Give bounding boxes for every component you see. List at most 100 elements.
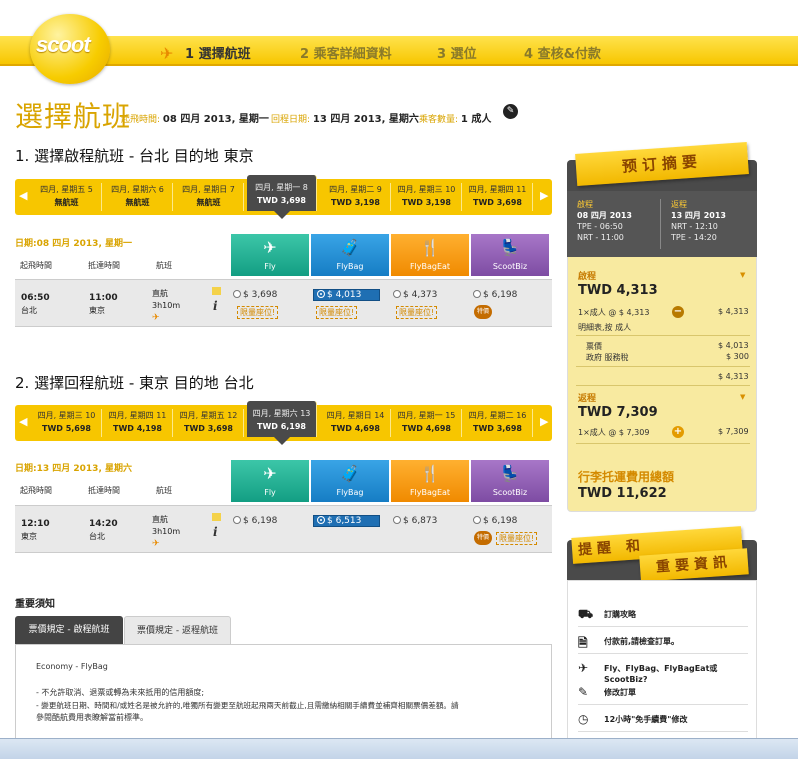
person-desk-icon: ⛟	[578, 607, 594, 621]
dep-city: 台北	[21, 306, 37, 315]
col-flight: 航班	[156, 261, 172, 270]
next-dates-icon[interactable]: ▶	[540, 415, 548, 428]
sec2-pax: 1×成人 @ $ 7,309	[578, 428, 650, 437]
reminder-item[interactable]: ✎ 修改訂單	[578, 681, 748, 705]
fare-amt: $ 4,013	[718, 341, 749, 350]
price-scootbiz[interactable]: $ 6,198	[473, 290, 517, 300]
edit-icon: ✎	[578, 685, 589, 699]
scoot-logo[interactable]: scoot	[30, 14, 110, 84]
date-cell[interactable]: 四月, 星期日 7 無航班	[174, 183, 244, 211]
notice-line: - 變更航班日期、時間和/或姓名是被允許的,唯獨所有變更至航班起飛兩天前截止,且…	[36, 701, 459, 710]
price-flybageat[interactable]: $ 6,873	[393, 516, 437, 526]
fare-fly: ✈ Fly	[231, 460, 309, 502]
fare-flybag: 🧳 FlyBag	[311, 234, 389, 276]
tab-outbound-rules[interactable]: 票價規定 - 啟程航班	[15, 616, 123, 644]
inbound-flight-row: 12:10 東京 14:20 台北 直航 3h10m ✈ i $ 6,198 $…	[15, 505, 552, 553]
note-icon[interactable]	[212, 513, 221, 521]
info-icon[interactable]: i	[213, 299, 218, 313]
reminder-item[interactable]: 🗎 付款前,請檢查訂單。	[578, 630, 748, 654]
limited-seats-badge: 限量座位!	[396, 306, 438, 319]
date-cell[interactable]: 四月, 星期二 9 TWD 3,198	[321, 183, 391, 211]
meal-icon: 🍴	[420, 464, 440, 483]
prev-dates-icon[interactable]: ◀	[19, 415, 27, 428]
outbound-date-label: 日期:08 四月 2013, 星期一	[15, 239, 132, 249]
price-flybageat[interactable]: $ 4,373	[393, 290, 437, 300]
sec1-total: TWD 4,313	[578, 283, 658, 298]
col-flight: 航班	[156, 486, 172, 495]
price-flybag-selected[interactable]: $ 4,013	[313, 289, 380, 301]
arr-city: 東京	[89, 306, 105, 315]
out-info: 啟程 08 四月 2013 TPE - 06:50 NRT - 11:00	[577, 200, 632, 242]
prev-dates-icon[interactable]: ◀	[19, 189, 27, 202]
date-cell[interactable]: 四月, 星期三 10 TWD 5,698	[32, 409, 102, 437]
plus-icon[interactable]: +	[672, 426, 684, 438]
fare-label: 票價	[586, 342, 602, 351]
sec1-pax-amt: $ 4,313	[718, 307, 749, 316]
fare-flybag: 🧳 FlyBag	[311, 460, 389, 502]
date-cell-selected[interactable]: 四月, 星期六 13 TWD 6,198	[247, 401, 317, 445]
sec1-label: 啟程	[578, 272, 597, 282]
date-cell[interactable]: 四月, 星期六 6 無航班	[103, 183, 173, 211]
flight-duration: 3h10m	[152, 301, 181, 310]
date-cell[interactable]: 四月, 星期二 16 TWD 3,698	[463, 409, 533, 437]
depart-date-meta: 起飛時間: 08 四月 2013, 星期一	[121, 114, 269, 125]
page-title: 選擇航班	[15, 100, 132, 133]
dep-city: 東京	[21, 532, 37, 541]
top-navigation-bar	[0, 36, 798, 66]
sec1-pax: 1×成人 @ $ 4,313	[578, 308, 650, 317]
price-fly[interactable]: $ 6,198	[233, 516, 277, 526]
date-cell[interactable]: 四月, 星期三 10 TWD 3,198	[392, 183, 462, 211]
tab-return-rules[interactable]: 票價規定 - 返程航班	[124, 616, 231, 644]
ret-info: 返程 13 四月 2013 NRT - 12:10 TPE - 14:20	[671, 200, 726, 242]
clock-icon: ◷	[578, 712, 589, 726]
sec1-subtotal: $ 4,313	[718, 372, 749, 381]
plane-icon: ✈	[152, 539, 160, 549]
caret-down-icon[interactable]: ▼	[740, 393, 745, 401]
price-scootbiz[interactable]: $ 6,198	[473, 516, 517, 526]
seat-icon: 💺	[500, 464, 520, 483]
date-cell[interactable]: 四月, 星期五 12 TWD 3,698	[174, 409, 244, 437]
outbound-heading: 1. 選擇啟程航班 - 台北 目的地 東京	[15, 147, 254, 165]
minus-icon[interactable]: −	[672, 306, 684, 318]
limited-seats-badge: 限量座位!	[496, 532, 538, 545]
notice-line: - 不允許取消、退票或轉為未來抵用的信用額度;	[36, 688, 205, 697]
info-icon[interactable]: i	[213, 525, 218, 539]
price-fly[interactable]: $ 3,698	[233, 290, 277, 300]
step-3: 3 選位	[437, 47, 477, 62]
limited-seats-badge: 限量座位!	[237, 306, 279, 319]
reminder-item[interactable]: ⛟ 訂購攻略	[578, 603, 748, 627]
sec2-pax-amt: $ 7,309	[718, 427, 749, 436]
sec1-note: 明細表,按 成人	[578, 323, 632, 332]
luggage-icon: 🧳	[340, 464, 360, 483]
meal-icon: 🍴	[420, 238, 440, 257]
airplane-icon: ✈	[263, 464, 277, 483]
summary-flight-info: 啟程 08 四月 2013 TPE - 06:50 NRT - 11:00 返程…	[567, 191, 757, 257]
date-cell[interactable]: 四月, 星期四 11 TWD 4,198	[103, 409, 173, 437]
fare-flybageat: 🍴 FlyBagEat	[391, 460, 469, 502]
next-dates-icon[interactable]: ▶	[540, 189, 548, 202]
edit-search-icon[interactable]: ✎	[503, 104, 518, 119]
caret-down-icon[interactable]: ▼	[740, 271, 745, 279]
date-cell-selected[interactable]: 四月, 星期一 8 TWD 3,698	[247, 175, 317, 219]
col-dep: 起飛時間	[20, 486, 52, 495]
col-arr: 抵達時間	[88, 486, 120, 495]
reminder-item[interactable]: ◷ 12小時"免手續費"修改	[578, 708, 748, 732]
return-date-meta: 回程日期: 13 四月 2013, 星期六	[271, 114, 419, 125]
flight-duration: 3h10m	[152, 527, 181, 536]
sec2-label: 返程	[578, 394, 597, 404]
col-arr: 抵達時間	[88, 261, 120, 270]
sale-badge: 特價	[474, 305, 492, 319]
date-cell[interactable]: 四月, 星期日 14 TWD 4,698	[321, 409, 391, 437]
fare-scootbiz: 💺 ScootBiz	[471, 460, 549, 502]
grand-label: 行李托運費用總額	[578, 470, 675, 484]
date-cell[interactable]: 四月, 星期四 11 TWD 3,698	[463, 183, 533, 211]
arr-time: 11:00	[89, 293, 118, 303]
dep-time: 06:50	[21, 293, 50, 303]
date-cell[interactable]: 四月, 星期一 15 TWD 4,698	[392, 409, 462, 437]
arr-city: 台北	[89, 532, 105, 541]
notice-title: 重要須知	[15, 599, 55, 610]
price-flybag-selected[interactable]: $ 6,513	[313, 515, 380, 527]
date-cell[interactable]: 四月, 星期五 5 無航班	[32, 183, 102, 211]
inbound-date-strip: ◀ 四月, 星期三 10 TWD 5,698 四月, 星期四 11 TWD 4,19…	[15, 401, 552, 445]
note-icon[interactable]	[212, 287, 221, 295]
